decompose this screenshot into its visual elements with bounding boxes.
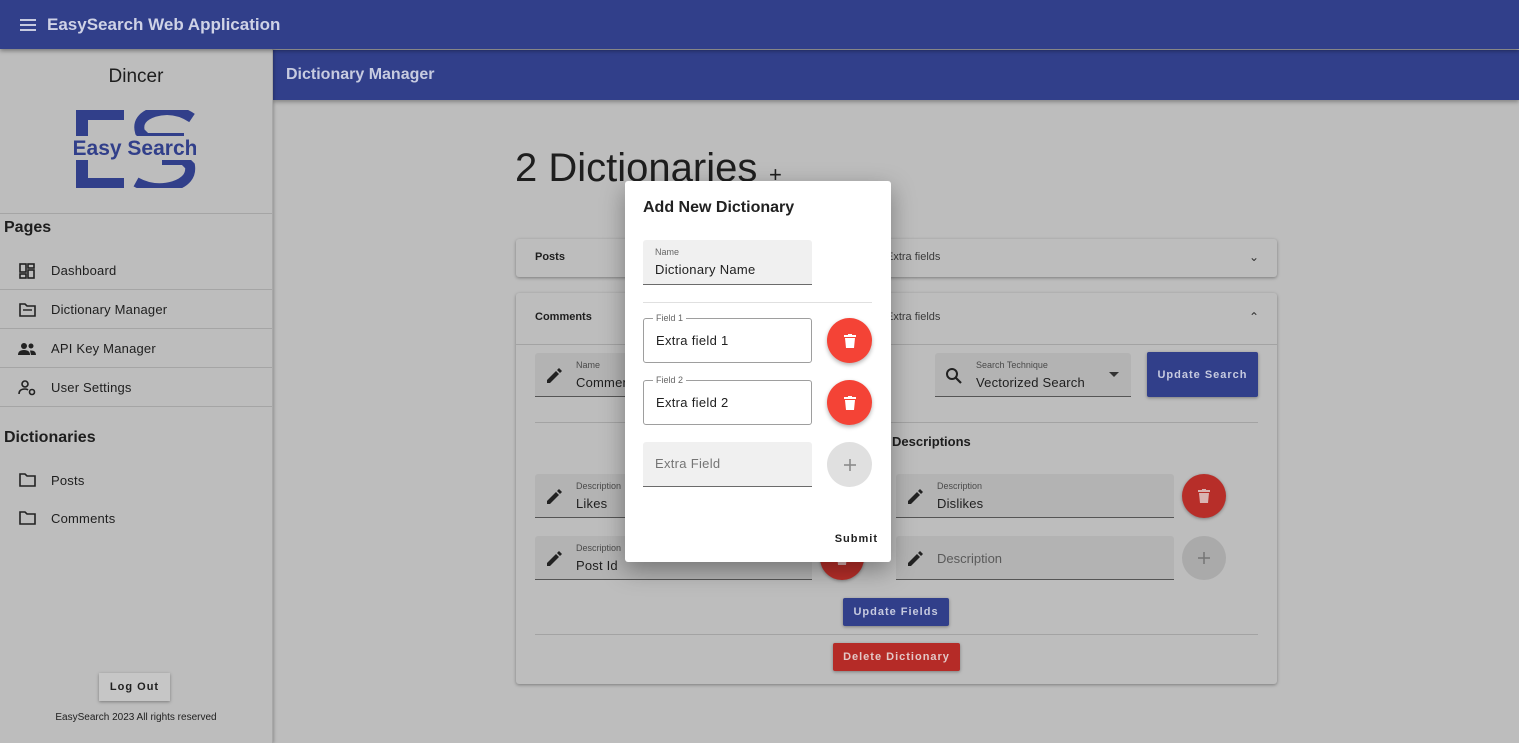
- delete-dictionary-button[interactable]: Delete Dictionary: [833, 643, 960, 671]
- user-name: Dincer: [108, 66, 164, 87]
- extra-field-1-input[interactable]: Field 1 Extra field 1: [643, 313, 812, 363]
- app-bar: EasySearch Web Application: [0, 0, 1519, 49]
- chevron-down-icon[interactable]: ⌄: [1249, 250, 1259, 264]
- chevron-up-icon[interactable]: ⌃: [1249, 310, 1259, 324]
- card-extra-label: Extra fields: [886, 311, 941, 323]
- trash-icon: [1198, 489, 1210, 503]
- delete-description-button[interactable]: [1182, 474, 1226, 518]
- divider: [0, 213, 272, 214]
- nav-item-posts[interactable]: Posts: [0, 461, 272, 499]
- submit-button[interactable]: Submit: [835, 533, 878, 545]
- nav-item-dashboard[interactable]: Dashboard: [0, 252, 272, 290]
- add-description-button[interactable]: [1182, 536, 1226, 580]
- dictionaries-heading: Dictionaries: [4, 429, 96, 446]
- plus-icon: [843, 458, 856, 471]
- plus-icon: [1198, 552, 1210, 564]
- trash-icon: [843, 333, 856, 348]
- edit-icon: [908, 489, 923, 504]
- update-search-button[interactable]: Update Search: [1147, 352, 1258, 397]
- edit-icon: [547, 489, 562, 504]
- folder-icon: [18, 509, 36, 527]
- edit-icon: [547, 551, 562, 566]
- add-field-button[interactable]: [827, 442, 872, 487]
- card-extra-label: Extra fields: [886, 251, 941, 263]
- trash-icon: [843, 395, 856, 410]
- logo-text: Easy Search: [74, 137, 196, 160]
- new-description-field[interactable]: Description: [896, 536, 1174, 580]
- card-title: Posts: [535, 251, 565, 263]
- edit-icon: [547, 368, 562, 383]
- nav-item-dictionary-manager[interactable]: Dictionary Manager: [0, 291, 272, 329]
- page-header-title: Dictionary Manager: [286, 66, 435, 83]
- new-extra-field-input[interactable]: Extra Field: [643, 442, 812, 487]
- logout-button[interactable]: Log Out: [99, 673, 170, 701]
- manage-accounts-icon: [18, 379, 36, 397]
- edit-icon: [908, 551, 923, 566]
- pages-heading: Pages: [4, 219, 52, 236]
- dropdown-arrow-icon: [1109, 372, 1119, 377]
- update-fields-button[interactable]: Update Fields: [843, 598, 949, 626]
- divider: [535, 634, 1258, 635]
- nav-item-api-key-manager[interactable]: API Key Manager: [0, 330, 272, 368]
- dashboard-icon: [18, 262, 36, 280]
- folder-open-icon: [18, 301, 36, 319]
- nav-item-comments[interactable]: Comments: [0, 499, 272, 537]
- search-technique-select[interactable]: Search Technique Vectorized Search: [935, 353, 1131, 397]
- description-field[interactable]: Description Dislikes: [896, 474, 1174, 518]
- easy-search-logo: Easy Search: [74, 110, 196, 188]
- page-header-bar: Dictionary Manager: [273, 50, 1519, 100]
- dialog-title: Add New Dictionary: [643, 199, 795, 216]
- nav-item-user-settings[interactable]: User Settings: [0, 369, 272, 407]
- people-icon: [18, 340, 36, 358]
- descriptions-heading: Descriptions: [892, 434, 971, 449]
- add-dictionary-dialog: Add New Dictionary Name Dictionary Name …: [625, 181, 891, 562]
- folder-icon: [18, 471, 36, 489]
- delete-field-1-button[interactable]: [827, 318, 872, 363]
- card-title: Comments: [535, 311, 592, 323]
- dictionary-name-input[interactable]: Name Dictionary Name: [643, 240, 812, 285]
- search-icon: [946, 368, 962, 384]
- side-drawer: Dincer Easy Search Pages Dashboard Dicti…: [0, 49, 273, 743]
- menu-icon[interactable]: [20, 18, 36, 31]
- footer-text: EasySearch 2023 All rights reserved: [55, 712, 217, 723]
- app-title: EasySearch Web Application: [47, 14, 281, 34]
- extra-field-2-input[interactable]: Field 2 Extra field 2: [643, 375, 812, 425]
- delete-field-2-button[interactable]: [827, 380, 872, 425]
- divider: [643, 302, 872, 303]
